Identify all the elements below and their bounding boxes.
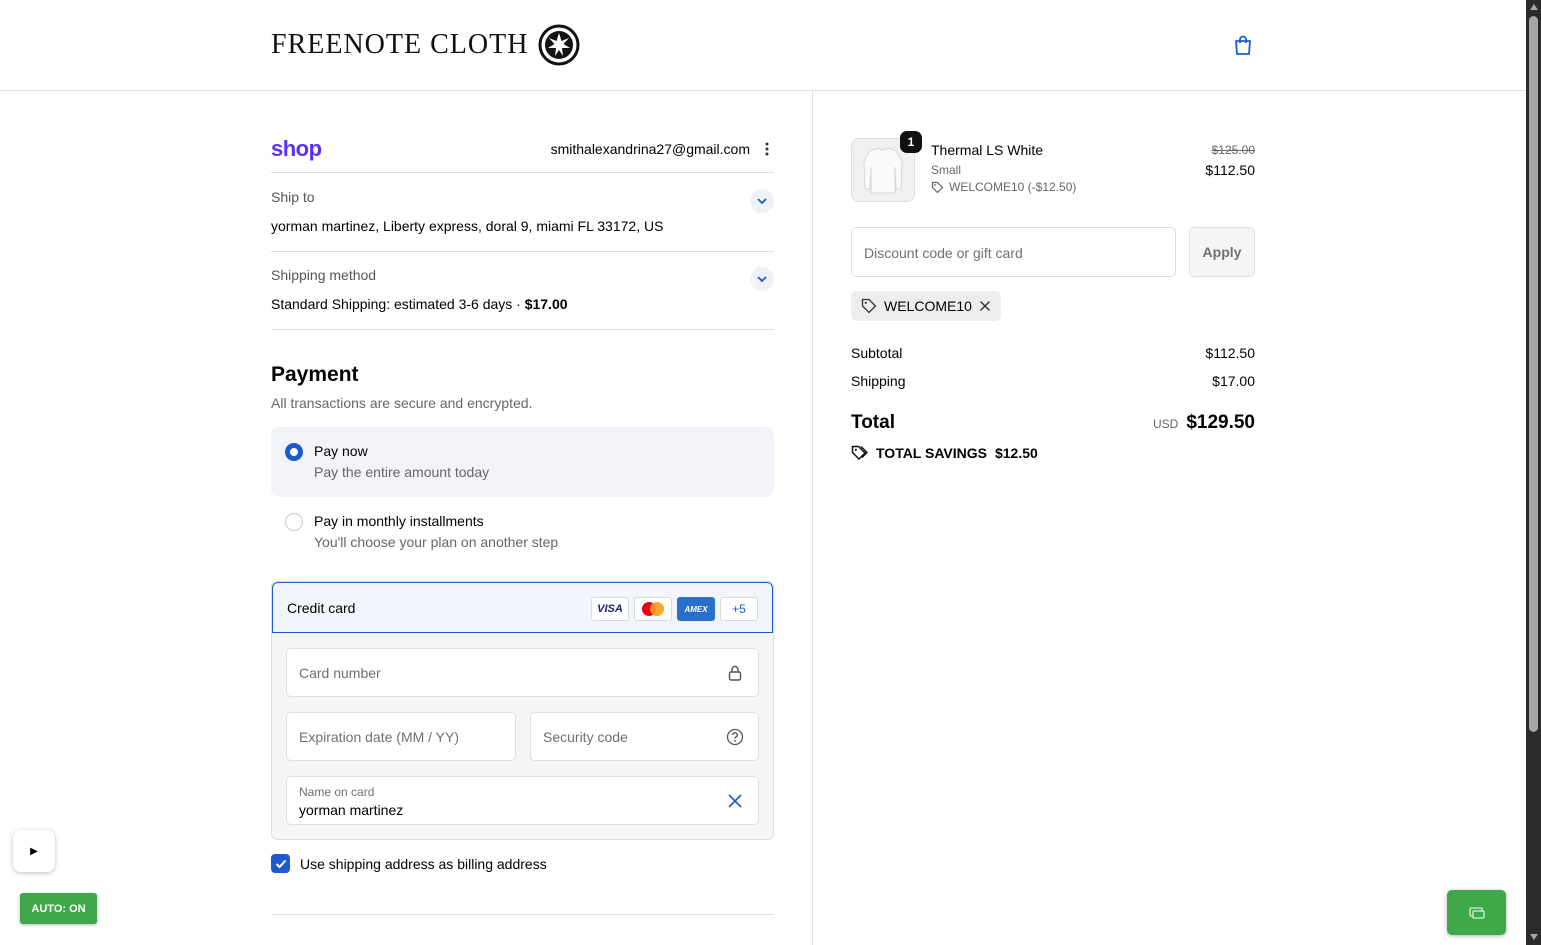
visa-icon: VISA [591,597,629,621]
product-discount-text: WELCOME10 (-$12.50) [949,180,1077,194]
shipping-label: Shipping [851,373,906,389]
name-on-card-value: yorman martinez [299,802,404,818]
total-label: Total [851,412,895,433]
checkout-page: FREENOTE CLOTH shop smithalexandrina27@g… [0,0,1541,945]
product-thumbnail: 1 [851,131,922,202]
ship-to-expand-button[interactable] [750,189,774,213]
tag-icon [861,298,877,314]
shipping-method-section[interactable]: Shipping method Standard Shipping: estim… [271,267,774,330]
shipping-row: Shipping $17.00 [851,373,1255,389]
pay-now-option[interactable]: Pay now Pay the entire amount today [271,427,774,497]
chevron-down-icon [757,198,767,205]
ship-to-address: yorman martinez, Liberty express, doral … [271,218,664,234]
section-divider [271,914,774,915]
account-info: smithalexandrina27@gmail.com [551,141,774,157]
amex-icon: AMEX [677,597,715,621]
more-card-brands: +5 [720,597,758,621]
scrollbar-thumb[interactable] [1529,16,1538,732]
discount-code-input[interactable]: Discount code or gift card [851,227,1176,277]
security-code-placeholder: Security code [543,729,628,745]
subtotal-value: $112.50 [1205,345,1255,361]
shipping-method-expand-button[interactable] [750,267,774,291]
expiration-date-field[interactable]: Expiration date (MM / YY) [286,712,516,761]
credit-card-title: Credit card [287,600,356,616]
kebab-menu-icon[interactable] [760,141,774,157]
discount-code-placeholder: Discount code or gift card [864,245,1023,261]
chat-icon [1468,906,1485,919]
credit-card-header[interactable]: Credit card VISA AMEX +5 [272,582,773,633]
installments-radio[interactable] [285,513,303,531]
total-savings-value: $12.50 [994,444,1038,461]
product-variant: Small [931,163,962,177]
tag-icon [931,181,944,193]
name-on-card-label: Name on card [299,785,375,799]
scroll-up-arrow-icon[interactable] [1530,4,1538,10]
column-divider [812,91,813,945]
credit-card-panel: Credit card VISA AMEX +5 Card number Exp… [271,581,774,840]
lock-icon [728,665,742,681]
scroll-down-arrow-icon[interactable] [1530,934,1538,940]
product-discount: WELCOME10 (-$12.50) [931,180,1076,194]
tags-icon [851,445,868,461]
total-amount-group: USD $129.50 [1153,412,1255,434]
pay-now-title: Pay now [314,443,368,459]
pay-now-radio[interactable] [285,443,303,461]
chat-widget-button[interactable] [1447,890,1506,935]
billing-address-checkbox[interactable] [271,854,290,873]
ship-to-label: Ship to [271,189,315,205]
shop-account-row: shop smithalexandrina27@gmail.com [271,133,774,173]
scrollbar[interactable] [1526,0,1541,945]
billing-address-checkbox-row[interactable]: Use shipping address as billing address [271,854,547,873]
total-savings: TOTAL SAVINGS $12.50 [851,444,1038,461]
auto-toggle-button[interactable]: AUTO: ON [20,893,97,924]
installments-title: Pay in monthly installments [314,513,484,529]
security-code-field[interactable]: Security code [530,712,759,761]
installments-subtitle: You'll choose your plan on another step [314,534,559,550]
store-logo-text: FREENOTE CLOTH [271,29,529,60]
shop-pay-logo: shop [271,135,322,161]
header: FREENOTE CLOTH [0,0,1526,91]
account-email: smithalexandrina27@gmail.com [550,140,750,157]
total-row: Total USD $129.50 [851,412,1255,434]
subtotal-label: Subtotal [851,345,903,361]
payment-subtitle: All transactions are secure and encrypte… [271,395,533,411]
checkmark-icon [275,859,286,868]
shipping-method-price: $17.00 [524,296,568,312]
clear-icon[interactable] [726,792,744,810]
total-amount: $129.50 [1186,412,1255,433]
subtotal-row: Subtotal $112.50 [851,345,1255,361]
card-number-placeholder: Card number [299,665,381,681]
store-logo[interactable]: FREENOTE CLOTH [271,20,580,70]
shipping-method-label: Shipping method [271,267,377,283]
card-brands: VISA AMEX +5 [591,597,758,621]
currency-code: USD [1152,417,1179,431]
mastercard-icon [634,597,672,621]
discounted-price: $112.50 [1205,162,1255,178]
applied-discount-code: WELCOME10 [884,298,972,314]
expiration-placeholder: Expiration date (MM / YY) [299,729,460,745]
total-savings-label: TOTAL SAVINGS [876,444,987,461]
play-button[interactable]: ▶ [13,830,55,872]
original-price: $125.00 [1211,143,1255,157]
help-circle-icon[interactable] [726,728,744,746]
chevron-down-icon [757,276,767,283]
quantity-badge: 1 [900,131,922,153]
order-summary-panel [813,91,1526,945]
name-on-card-field[interactable]: Name on card yorman martinez [286,776,759,825]
card-number-field[interactable]: Card number [286,648,759,697]
payment-title: Payment [271,363,359,386]
remove-discount-icon[interactable] [979,300,991,312]
shopping-bag-icon[interactable] [1232,34,1254,56]
pay-now-subtitle: Pay the entire amount today [314,464,490,480]
product-name: Thermal LS White [931,142,1044,158]
billing-address-label: Use shipping address as billing address [300,855,547,872]
ship-to-section[interactable]: Ship to yorman martinez, Liberty express… [271,189,774,252]
star-emblem-icon [538,24,580,66]
installments-option[interactable]: Pay in monthly installments You'll choos… [271,497,774,567]
shipping-value: $17.00 [1212,373,1255,389]
apply-button[interactable]: Apply [1189,227,1255,277]
shipping-method-text: Standard Shipping: estimated 3-6 days · [271,296,525,312]
shipping-method-value: Standard Shipping: estimated 3-6 days · … [271,296,774,312]
applied-discount-chip: WELCOME10 [851,291,1001,321]
